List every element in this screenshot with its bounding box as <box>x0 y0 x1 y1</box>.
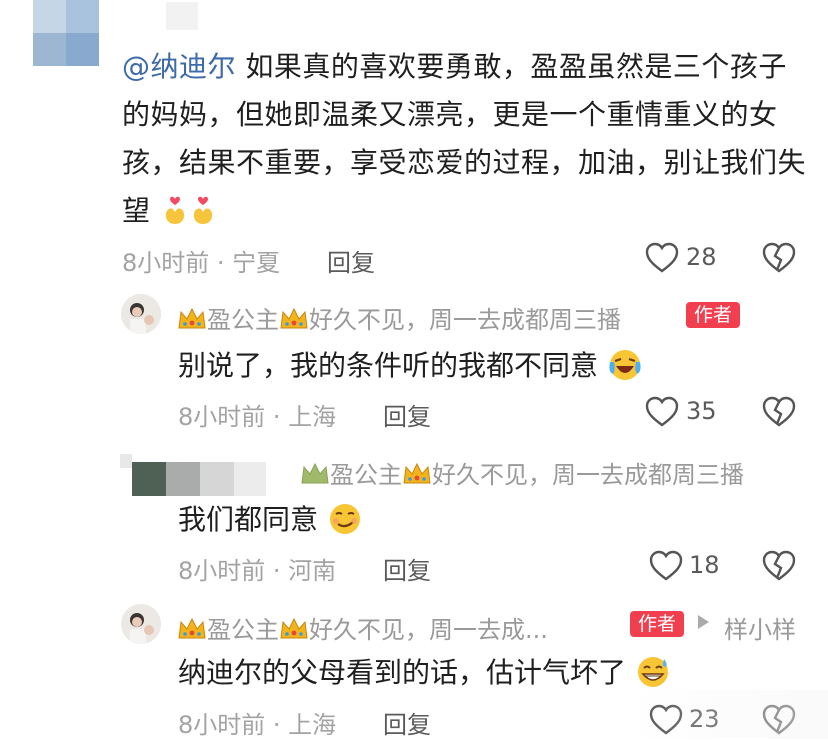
reply2-reply-button[interactable]: 回复 <box>383 551 431 586</box>
author-avatar[interactable] <box>121 604 161 644</box>
laughing-crying-icon <box>609 350 641 380</box>
reply1-reply-button[interactable]: 回复 <box>383 397 431 432</box>
heart-hands-icon <box>165 196 185 224</box>
reply-to-user[interactable]: 样小样 <box>724 610 796 645</box>
reply2-text: 我们都同意 <box>178 498 363 538</box>
like-count: 18 <box>689 551 720 579</box>
author-avatar[interactable] <box>121 294 161 334</box>
smirk-icon <box>329 504 360 534</box>
like-icon[interactable] <box>645 242 679 274</box>
main-comment-meta: 8小时前 · 宁夏 <box>122 249 281 277</box>
reply2-body: 我们都同意 <box>178 503 319 536</box>
blurred-username <box>166 2 198 30</box>
reply3-body: 纳迪尔的父母看到的话，估计气坏了 <box>178 656 627 689</box>
reply1-text: 别说了，我的条件听的我都不同意 <box>178 344 643 384</box>
reply-arrow-icon <box>698 615 709 629</box>
reply3-reply-button[interactable]: 回复 <box>383 705 431 740</box>
mention-link[interactable]: @纳迪尔 <box>122 50 236 83</box>
reply1-username[interactable]: 盈公主 好久不见，周一去成都周三播 <box>177 300 621 335</box>
dislike-icon[interactable] <box>762 550 796 582</box>
blurred-avatar <box>120 454 270 498</box>
crown-icon <box>178 307 206 329</box>
watermark-overlay <box>630 690 828 739</box>
reply3-text: 纳迪尔的父母看到的话，估计气坏了 <box>178 651 671 691</box>
crown-icon <box>280 307 308 329</box>
main-comment-text: @纳迪尔 如果真的喜欢要勇敢，盈盈虽然是三个孩子的妈妈，但她即温柔又漂亮，更是一… <box>122 43 812 235</box>
crown-icon <box>301 462 329 484</box>
like-icon[interactable] <box>649 550 683 582</box>
main-reply-button[interactable]: 回复 <box>327 243 375 278</box>
dislike-icon[interactable] <box>762 396 796 428</box>
like-count: 35 <box>686 397 717 425</box>
reply1-name-suffix: 好久不见，周一去成都周三播 <box>309 306 621 334</box>
heart-hands-icon <box>193 196 213 224</box>
crown-icon <box>178 617 206 639</box>
like-count: 28 <box>686 243 717 271</box>
reply1-name-prefix: 盈公主 <box>207 306 279 334</box>
reply3-name-prefix: 盈公主 <box>207 616 279 644</box>
reply2-name-suffix: 好久不见，周一去成都周三播 <box>432 461 744 489</box>
reply3-name-suffix: 好久不见，周一去成... <box>309 616 548 644</box>
reply2-meta: 8小时前 · 河南 <box>178 557 337 585</box>
author-badge: 作者 <box>686 302 741 328</box>
like-icon[interactable] <box>645 396 679 428</box>
crown-icon <box>403 462 431 484</box>
dislike-icon[interactable] <box>762 242 796 274</box>
reply2-name-prefix: 盈公主 <box>330 461 402 489</box>
blurred-avatar <box>33 0 99 66</box>
reply2-username[interactable]: 盈公主 好久不见，周一去成都周三播 <box>300 455 744 490</box>
grin-sweat-icon <box>637 657 668 687</box>
reply3-meta: 8小时前 · 上海 <box>178 711 337 739</box>
reply1-meta: 8小时前 · 上海 <box>178 403 337 431</box>
reply3-username[interactable]: 盈公主 好久不见，周一去成... <box>177 610 548 645</box>
reply1-body: 别说了，我的条件听的我都不同意 <box>178 349 599 382</box>
author-badge: 作者 <box>630 611 685 637</box>
crown-icon <box>280 617 308 639</box>
